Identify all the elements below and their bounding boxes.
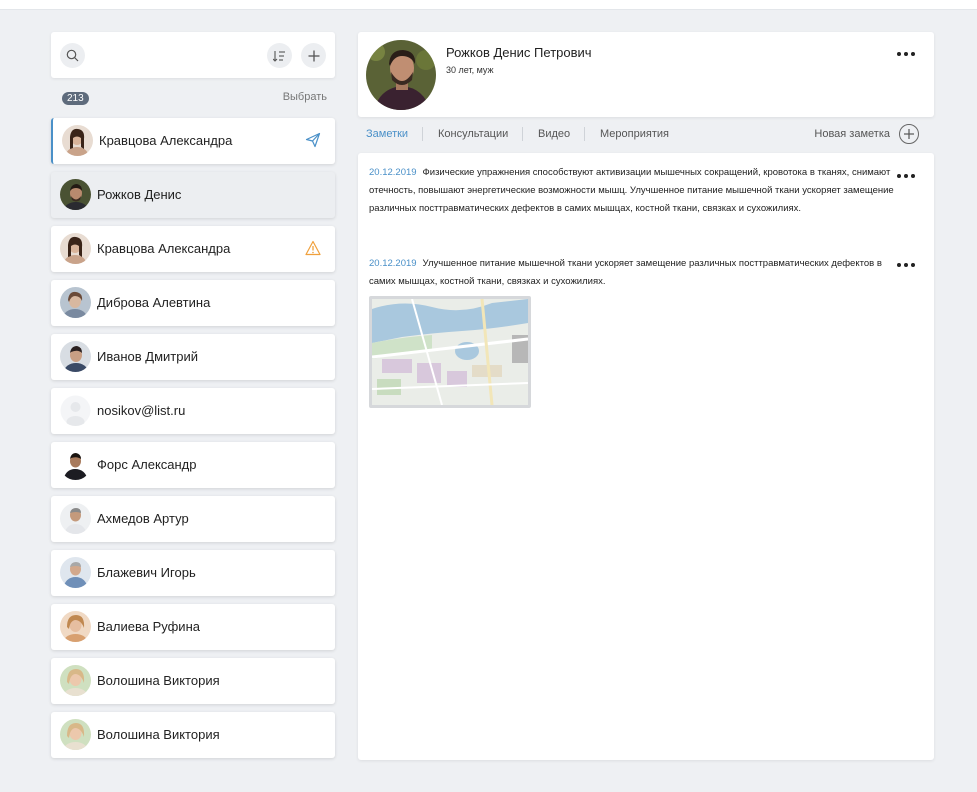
more-dot-icon [904,263,908,267]
contact-item[interactable]: Форс Александр [51,442,335,488]
avatar [60,611,91,642]
plus-icon [904,129,914,139]
contact-name: Волошина Виктория [97,673,220,688]
more-dot-icon [911,263,915,267]
note-item: 20.12.2019 Физические упражнения способст… [369,164,899,218]
note-date: 20.12.2019 [369,258,417,269]
avatar [60,503,91,534]
profile-name: Рожков Денис Петрович [446,45,592,60]
send-icon [305,132,321,148]
more-dot-icon [904,174,908,178]
map-attachment[interactable] [369,296,531,408]
contact-name: Иванов Дмитрий [97,349,198,364]
tab-consultations[interactable]: Консультации [438,128,508,140]
note-more-button[interactable] [897,174,915,178]
contact-name: Волошина Виктория [97,727,220,742]
avatar [60,233,91,264]
tab-divider [584,127,585,141]
contact-name: nosikov@list.ru [97,403,186,418]
add-contact-button[interactable] [301,43,326,68]
contact-item[interactable]: Иванов Дмитрий [51,334,335,380]
tab-events[interactable]: Мероприятия [600,128,669,140]
search-button[interactable] [60,43,85,68]
note-text: Улучшенное питание мышечной ткани ускоря… [369,258,882,287]
note-date: 20.12.2019 [369,167,417,178]
avatar [60,449,91,480]
profile-header: Рожков Денис Петрович 30 лет, муж [358,32,934,117]
contact-item[interactable]: Рожков Денис [51,172,335,218]
contact-item[interactable]: Блажевич Игорь [51,550,335,596]
more-dot-icon [897,263,901,267]
contact-name: Рожков Денис [97,187,182,202]
contact-name: Блажевич Игорь [97,565,196,580]
avatar [60,179,91,210]
search-icon [66,49,79,62]
more-dot-icon [897,174,901,178]
contact-item[interactable]: Диброва Алевтина [51,280,335,326]
contact-item[interactable]: Ахмедов Артур [51,496,335,542]
note-text: Физические упражнения способствуют актив… [369,167,894,214]
tab-video[interactable]: Видео [538,128,570,140]
new-note-link[interactable]: Новая заметка [814,128,890,140]
note-more-button[interactable] [897,263,915,267]
avatar [60,665,91,696]
avatar [60,719,91,750]
avatar [60,287,91,318]
contact-item[interactable]: Волошина Виктория [51,658,335,704]
tab-notes[interactable]: Заметки [366,128,408,140]
top-bar [0,0,977,10]
tab-divider [422,127,423,141]
profile-tabs: Заметки Консультации Видео Мероприятия Н… [358,123,934,147]
notes-panel: 20.12.2019 Физические упражнения способст… [358,153,934,760]
avatar [62,125,93,156]
profile-avatar [366,40,436,110]
contact-count-badge: 213 [62,92,89,105]
avatar-placeholder [60,395,91,426]
contacts-panel: 213 Выбрать Кравцова Александра Рожков Д… [51,32,335,758]
contact-item[interactable]: Кравцова Александра [51,226,335,272]
more-dot-icon [904,52,908,56]
sort-button[interactable] [267,43,292,68]
contact-name: Ахмедов Артур [97,511,189,526]
note-item: 20.12.2019 Улучшенное питание мышечной тк… [369,255,899,291]
profile-more-button[interactable] [897,52,915,56]
contact-item[interactable]: Волошина Виктория [51,712,335,758]
select-button[interactable]: Выбрать [283,91,327,103]
contact-item[interactable]: Валиева Руфина [51,604,335,650]
more-dot-icon [897,52,901,56]
new-note-button[interactable] [899,124,919,144]
contact-name: Форс Александр [97,457,197,472]
map-image [372,299,528,405]
more-dot-icon [911,174,915,178]
contact-name: Диброва Алевтина [97,295,211,310]
profile-meta: 30 лет, муж [446,65,494,75]
sort-icon [273,50,285,62]
more-dot-icon [911,52,915,56]
warning-icon [305,240,321,256]
contact-item[interactable]: nosikov@list.ru [51,388,335,434]
tab-divider [522,127,523,141]
avatar [60,341,91,372]
search-bar [51,32,335,78]
contact-item[interactable]: Кравцова Александра [51,118,335,164]
avatar [60,557,91,588]
contact-name: Валиева Руфина [97,619,200,634]
contact-name: Кравцова Александра [97,241,231,256]
plus-icon [308,50,319,61]
contact-name: Кравцова Александра [99,133,233,148]
